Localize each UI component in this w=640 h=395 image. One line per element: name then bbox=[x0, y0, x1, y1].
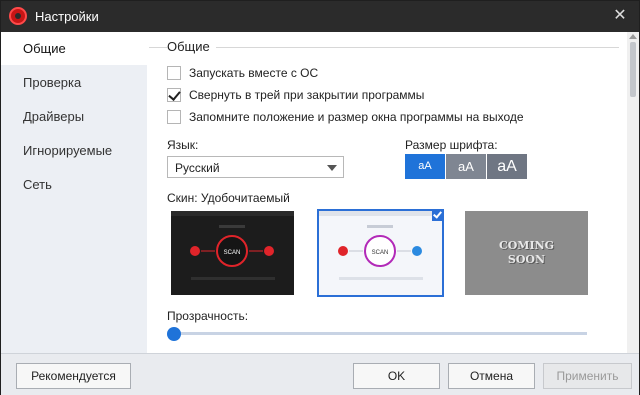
close-icon[interactable]: ✕ bbox=[609, 5, 631, 27]
language-label: Язык: bbox=[167, 138, 199, 152]
font-size-label: Размер шрифта: bbox=[405, 138, 498, 152]
option-label: Запомните положение и размер окна програ… bbox=[189, 110, 524, 124]
app-logo-icon bbox=[9, 7, 27, 25]
scroll-up-icon[interactable] bbox=[629, 34, 637, 39]
coming-soon-line1: COMING bbox=[498, 239, 555, 252]
coming-soon-line2: SOON bbox=[507, 253, 546, 266]
settings-window: Настройки ✕ Общие Проверка Драйверы Игно… bbox=[0, 0, 640, 395]
minimize-to-tray-checkbox[interactable] bbox=[167, 88, 181, 102]
sidebar-item-scan[interactable]: Проверка bbox=[1, 66, 147, 99]
skin-light-thumbnail[interactable]: SCAN bbox=[317, 209, 444, 297]
scroll-thumb[interactable] bbox=[630, 42, 636, 97]
settings-content: Общие Запускать вместе с ОС Свернуть в т… bbox=[147, 32, 627, 353]
option-label: Свернуть в трей при закрытии программы bbox=[189, 88, 425, 102]
section-title: Общие bbox=[167, 39, 216, 54]
ok-button[interactable]: OK bbox=[353, 363, 440, 389]
sidebar-item-ignored[interactable]: Игнорируемые bbox=[1, 134, 147, 167]
dialog-footer: Рекомендуется OK Отмена Применить bbox=[1, 353, 639, 395]
coming-soon-text: COMING SOON bbox=[465, 239, 588, 267]
section-divider bbox=[149, 47, 619, 48]
skin-coming-soon-thumbnail: COMING SOON bbox=[465, 211, 588, 295]
start-with-os-checkbox[interactable] bbox=[167, 66, 181, 80]
remember-window-checkbox[interactable] bbox=[167, 110, 181, 124]
sidebar-item-drivers[interactable]: Драйверы bbox=[1, 100, 147, 133]
transparency-label: Прозрачность: bbox=[167, 309, 249, 323]
font-size-large-button[interactable]: aA bbox=[487, 154, 527, 179]
font-size-medium-button[interactable]: aA bbox=[446, 154, 486, 179]
sidebar: Общие Проверка Драйверы Игнорируемые Сет… bbox=[1, 32, 147, 353]
chevron-down-icon bbox=[327, 165, 337, 171]
skin-dark-thumbnail[interactable]: SCAN bbox=[171, 211, 294, 295]
language-value: Русский bbox=[175, 161, 220, 175]
transparency-slider-handle[interactable] bbox=[167, 327, 181, 341]
title-bar: Настройки ✕ bbox=[1, 1, 639, 32]
option-label: Запускать вместе с ОС bbox=[189, 66, 319, 80]
content-scrollbar[interactable] bbox=[627, 32, 639, 353]
apply-button[interactable]: Применить bbox=[543, 363, 632, 389]
window-title: Настройки bbox=[35, 9, 99, 24]
language-select[interactable]: Русский bbox=[167, 156, 344, 178]
light-skin-preview: SCAN bbox=[319, 211, 442, 295]
sidebar-item-general[interactable]: Общие bbox=[1, 32, 147, 65]
selected-check-icon bbox=[432, 209, 444, 221]
scan-label: SCAN bbox=[372, 250, 389, 256]
skin-label: Скин: Удобочитаемый bbox=[167, 191, 290, 205]
font-size-small-button[interactable]: aA bbox=[405, 154, 445, 179]
cancel-button[interactable]: Отмена bbox=[448, 363, 535, 389]
dark-skin-preview: SCAN bbox=[171, 211, 294, 295]
transparency-slider-track[interactable] bbox=[173, 332, 587, 335]
recommended-button[interactable]: Рекомендуется bbox=[16, 363, 131, 389]
scan-label: SCAN bbox=[224, 250, 241, 256]
sidebar-item-network[interactable]: Сеть bbox=[1, 168, 147, 201]
